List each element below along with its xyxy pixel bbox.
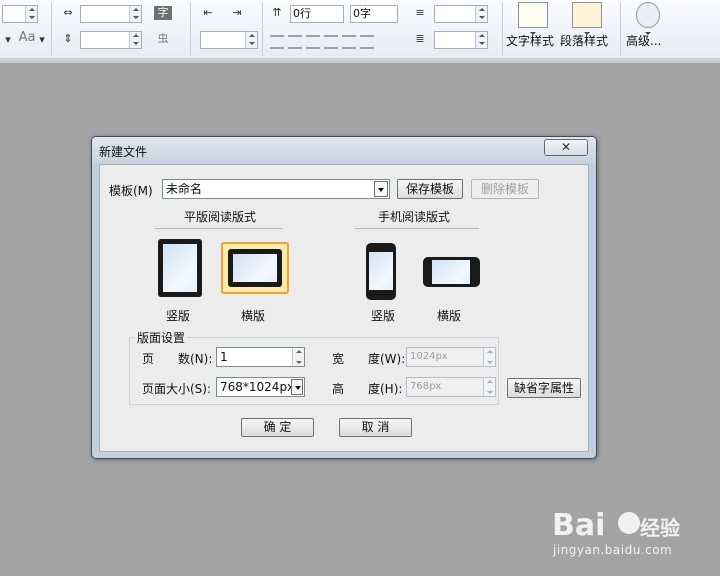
width-stepper[interactable]: 1024px — [406, 347, 496, 367]
phone-portrait-screen — [369, 252, 393, 290]
default-char-attributes-button[interactable]: 缺省字属性 — [507, 378, 581, 398]
pages-value: 1 — [220, 350, 228, 364]
font-size-stepper[interactable] — [2, 5, 38, 23]
chevron-down-icon[interactable] — [291, 379, 303, 395]
save-template-button[interactable]: 保存模板 — [397, 179, 463, 199]
para-spacing-input[interactable] — [434, 31, 488, 49]
tablet-landscape-option[interactable] — [221, 242, 289, 294]
height-label-b: 度(H): — [368, 382, 403, 396]
align-justify-icon[interactable] — [324, 35, 338, 49]
phone-section-divider — [355, 228, 479, 229]
toolbar-divider — [190, 2, 191, 56]
indent-input[interactable] — [200, 31, 258, 49]
cancel-button[interactable]: 取 消 — [339, 418, 412, 437]
paragraph-style-label: 段落样式 — [560, 34, 609, 48]
chevron-down-icon[interactable] — [374, 181, 388, 197]
line-spacing-icon[interactable]: ≡ — [412, 6, 428, 20]
template-value: 未命名 — [166, 182, 203, 196]
tablet-portrait-label: 竖版 — [166, 309, 191, 323]
tablet-landscape-screen — [233, 254, 277, 282]
change-case-icon[interactable]: Aa — [16, 31, 38, 45]
text-style-icon — [518, 2, 548, 28]
toolbar-divider — [502, 2, 503, 56]
toolbar-bottom-strip — [0, 58, 720, 64]
char-spacing-input[interactable] — [80, 5, 142, 23]
char-spacing-icon[interactable]: ⇔ — [60, 6, 76, 20]
width-value: 1024px — [410, 351, 448, 362]
watermark-brand: Bai — [552, 508, 606, 543]
phone-section-title: 手机阅读版式 — [378, 210, 451, 224]
line-spacing-input[interactable] — [434, 5, 488, 23]
watermark-suffix: 经验 — [640, 516, 680, 540]
tablet-section-divider — [155, 228, 283, 229]
toolbar-divider — [620, 2, 621, 56]
toolbar-divider — [51, 2, 52, 56]
tablet-portrait-screen — [163, 244, 197, 292]
spinner-arrows-icon[interactable] — [483, 348, 495, 366]
space-before-input[interactable]: 0行 — [290, 5, 344, 23]
ok-button[interactable]: 确 定 — [241, 418, 314, 437]
align-distribute-icon[interactable] — [342, 35, 356, 49]
align-vertical-icon[interactable] — [360, 35, 374, 49]
height-stepper[interactable]: 768px — [406, 377, 496, 397]
line-offset-icon[interactable]: ⇕ — [60, 32, 76, 46]
align-left-icon[interactable] — [270, 35, 284, 49]
text-style-label: 文字样式 — [506, 34, 555, 48]
space-before-icon[interactable]: ⇈ — [269, 6, 285, 20]
phone-portrait-label: 竖版 — [371, 309, 396, 323]
shrink-font-icon[interactable]: ▾ — [4, 33, 12, 47]
delete-template-button[interactable]: 删除模板 — [471, 179, 539, 199]
pages-stepper[interactable]: 1 — [216, 347, 305, 367]
new-file-dialog: 新建文件 ✕ 模板(M) 未命名 保存模板 删除模板 平版阅读版式 手机阅读版式… — [91, 136, 597, 459]
width-label-a: 宽 — [332, 352, 345, 366]
page-size-select[interactable]: 768*1024px — [216, 377, 305, 397]
paragraph-style-button[interactable]: 段落样式 — [560, 2, 614, 48]
align-right-icon[interactable] — [306, 35, 320, 49]
indent-first-icon[interactable]: ⇤ — [200, 6, 216, 20]
advanced-label: 高级... — [626, 34, 662, 48]
spinner-arrows-icon[interactable] — [292, 348, 304, 366]
para-spacing-icon[interactable]: ≣ — [412, 32, 428, 46]
char-border-icon[interactable]: 字 — [154, 6, 172, 20]
template-select[interactable]: 未命名 — [162, 179, 390, 199]
advanced-icon — [636, 2, 660, 28]
line-offset-input[interactable] — [80, 31, 142, 49]
space-after-input[interactable]: 0字 — [350, 5, 398, 23]
toolbar-divider — [262, 2, 263, 56]
tablet-landscape-label: 横版 — [241, 309, 266, 323]
dialog-client-area: 模板(M) 未命名 保存模板 删除模板 平版阅读版式 手机阅读版式 竖版 横版 … — [99, 164, 589, 452]
advanced-button[interactable]: 高级... — [626, 2, 670, 48]
pages-label-b: 数(N): — [178, 352, 213, 366]
ribbon-toolbar: ▾ Aa ▾ ⇔ ⇕ 字 虫 ⇤ ⇥ ⇈ 0行 0字 ≡ ≣ 文字样式 段落样式… — [0, 0, 720, 59]
spinner-arrows-icon[interactable] — [483, 378, 495, 396]
page-size-value: 768*1024px — [220, 380, 295, 394]
phone-landscape-option[interactable] — [423, 257, 480, 287]
phone-landscape-screen — [432, 260, 470, 284]
phone-portrait-option[interactable] — [366, 243, 396, 300]
paragraph-style-icon — [572, 2, 602, 28]
tablet-section-title: 平版阅读版式 — [184, 210, 257, 224]
dialog-titlebar[interactable]: 新建文件 ✕ — [92, 137, 596, 163]
height-value: 768px — [410, 381, 442, 392]
case-dropdown-icon[interactable]: ▾ — [38, 33, 46, 47]
paragraph-align-icons[interactable] — [270, 35, 405, 52]
paw-icon — [618, 512, 640, 534]
pages-label-a: 页 — [142, 352, 155, 366]
height-label-a: 高 — [332, 382, 345, 396]
indent-hanging-icon[interactable]: ⇥ — [229, 6, 245, 20]
align-center-icon[interactable] — [288, 35, 302, 49]
close-button[interactable]: ✕ — [544, 139, 588, 156]
tablet-portrait-option[interactable] — [158, 239, 202, 297]
width-label-b: 度(W): — [368, 352, 406, 366]
tablet-landscape-device — [228, 249, 282, 287]
close-icon: ✕ — [560, 140, 572, 154]
text-style-button[interactable]: 文字样式 — [506, 2, 560, 48]
template-label: 模板(M) — [109, 184, 153, 198]
dialog-title: 新建文件 — [99, 145, 148, 159]
phone-landscape-label: 横版 — [437, 309, 462, 323]
watermark-url: jingyan.baidu.com — [553, 543, 673, 557]
page-size-label: 页面大小(S): — [142, 382, 212, 396]
ruby-icon[interactable]: 虫 — [154, 32, 172, 46]
page-settings-legend: 版面设置 — [135, 329, 188, 346]
